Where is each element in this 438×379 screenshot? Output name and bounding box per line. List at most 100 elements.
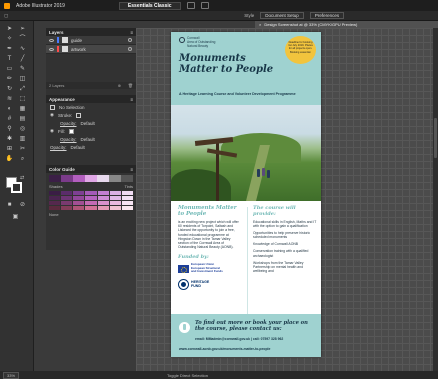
color-swatch[interactable] (109, 191, 121, 195)
rotate-tool-icon[interactable]: ↻ (5, 85, 14, 93)
curvature-tool-icon[interactable]: ∿ (18, 45, 27, 53)
color-swatch[interactable] (61, 191, 73, 195)
appearance-panel-tab[interactable]: Appearance ≡ (46, 95, 136, 103)
rectangle-tool-icon[interactable]: ▭ (5, 65, 14, 73)
blend-tool-icon[interactable]: ◎ (18, 125, 27, 133)
direct-selection-tool-icon[interactable]: ➢ (18, 25, 27, 33)
color-swatch[interactable] (97, 196, 109, 200)
harmony-swatch[interactable] (73, 175, 85, 182)
visibility-eye-icon[interactable]: ◉ (50, 128, 54, 134)
layer-name[interactable]: artwork (71, 47, 86, 52)
layer-row[interactable]: guide (46, 36, 136, 45)
gradient-tool-icon[interactable]: ▤ (18, 115, 27, 123)
color-swatch[interactable] (121, 206, 133, 210)
color-swatch[interactable] (97, 206, 109, 210)
type-tool-icon[interactable]: T (5, 55, 14, 63)
perspective-grid-tool-icon[interactable]: ▦ (18, 105, 27, 113)
shape-builder-tool-icon[interactable]: ◐ (5, 105, 14, 113)
panel-menu-icon[interactable]: ≡ (130, 167, 133, 172)
line-tool-icon[interactable]: ╱ (18, 55, 27, 63)
delete-layer-icon[interactable]: 🗑 (128, 83, 133, 88)
layers-panel-tab[interactable]: Layers ≡ (46, 28, 136, 36)
appearance-stroke-row[interactable]: ◉ Stroke: (46, 111, 136, 119)
color-swatch[interactable] (73, 201, 85, 205)
artboard-tool-icon[interactable]: ⊞ (5, 145, 14, 153)
width-tool-icon[interactable]: ≋ (5, 95, 14, 103)
appearance-opacity-row[interactable]: Opacity: Default (46, 143, 136, 151)
color-swatch[interactable] (85, 201, 97, 205)
hand-tool-icon[interactable]: ✋ (5, 155, 14, 163)
artboard-poster[interactable]: Cornwall Area of Outstanding Natural Bea… (171, 32, 321, 357)
target-circle-icon[interactable] (128, 38, 132, 42)
slice-tool-icon[interactable]: ✂ (18, 145, 27, 153)
zoom-level[interactable]: 33% (3, 371, 20, 379)
appearance-fill-row[interactable]: ◉ Fill: (46, 127, 136, 135)
harmony-swatch[interactable] (121, 175, 133, 182)
color-swatch[interactable] (49, 206, 61, 210)
color-swatch[interactable] (85, 196, 97, 200)
color-swatch[interactable] (61, 201, 73, 205)
color-swatch[interactable] (73, 196, 85, 200)
screen-mode-icon[interactable]: ▣ (11, 213, 20, 221)
color-swatch[interactable] (121, 191, 133, 195)
color-swatch[interactable] (73, 206, 85, 210)
close-tab-icon[interactable]: × (259, 22, 261, 27)
arrange-documents-icon[interactable] (186, 2, 195, 9)
opacity-link[interactable]: Opacity: (60, 137, 77, 142)
visibility-eye-icon[interactable]: ◉ (50, 112, 54, 118)
color-swatch[interactable] (49, 201, 61, 205)
lasso-tool-icon[interactable]: ⌒ (18, 35, 27, 43)
color-variation-grid[interactable] (49, 191, 133, 210)
color-mode-icon[interactable]: ■ (5, 201, 14, 209)
panel-menu-icon[interactable]: ≡ (130, 30, 133, 35)
zoom-tool-icon[interactable]: ⌕ (18, 155, 27, 163)
stroke-swatch-small[interactable] (76, 112, 82, 118)
preferences-button[interactable]: Preferences (309, 12, 345, 19)
color-swatch[interactable] (109, 196, 121, 200)
opacity-link[interactable]: Opacity: (50, 145, 67, 150)
paintbrush-tool-icon[interactable]: ✎ (18, 65, 27, 73)
color-swatch[interactable] (85, 191, 97, 195)
color-swatch[interactable] (97, 191, 109, 195)
document-tab[interactable]: × Design Screenshot at @ 33% (CMYK/GPU P… (255, 21, 438, 28)
eyedropper-tool-icon[interactable]: ⚲ (5, 125, 14, 133)
stroke-swatch[interactable] (11, 182, 22, 193)
color-swatch[interactable] (121, 196, 133, 200)
pen-tool-icon[interactable]: ✒ (5, 45, 14, 53)
harmony-swatch[interactable] (61, 175, 73, 182)
vertical-scrollbar[interactable] (433, 28, 438, 372)
scale-tool-icon[interactable]: ⤢ (18, 85, 27, 93)
opacity-link[interactable]: Opacity: (60, 121, 77, 126)
layer-row[interactable]: artwork (46, 45, 136, 54)
document-setup-button[interactable]: Document Setup (260, 12, 304, 19)
harmony-swatch[interactable] (97, 175, 109, 182)
symbol-sprayer-tool-icon[interactable]: ✱ (5, 135, 14, 143)
mesh-tool-icon[interactable]: # (5, 115, 14, 123)
color-swatch[interactable] (109, 206, 121, 210)
fill-swatch-small[interactable] (68, 128, 74, 134)
color-swatch[interactable] (61, 206, 73, 210)
appearance-stroke-opacity-row[interactable]: Opacity: Default (46, 119, 136, 127)
harmony-swatch[interactable] (49, 175, 61, 182)
visibility-eye-icon[interactable] (49, 47, 54, 51)
free-transform-tool-icon[interactable]: ⬚ (18, 95, 27, 103)
search-stock-icon[interactable] (200, 2, 209, 9)
color-swatch[interactable] (61, 196, 73, 200)
color-swatch[interactable] (73, 191, 85, 195)
color-swatch[interactable] (109, 201, 121, 205)
harmony-swatch[interactable] (85, 175, 97, 182)
target-circle-icon[interactable] (128, 47, 132, 51)
scrollbar-thumb[interactable] (434, 118, 437, 158)
color-swatch[interactable] (49, 191, 61, 195)
none-mode-icon[interactable]: ⊘ (18, 201, 27, 209)
color-swatch[interactable] (97, 201, 109, 205)
new-layer-icon[interactable]: ⊕ (118, 83, 121, 88)
visibility-eye-icon[interactable] (49, 38, 54, 42)
eraser-tool-icon[interactable]: ◫ (18, 75, 27, 83)
panel-menu-icon[interactable]: ≡ (130, 97, 133, 102)
magic-wand-icon[interactable]: ✧ (5, 35, 14, 43)
color-swatch[interactable] (49, 196, 61, 200)
harmony-swatch[interactable] (109, 175, 121, 182)
color-guide-panel-tab[interactable]: Color Guide ≡ (46, 165, 136, 173)
selection-tool-icon[interactable]: ➤ (5, 25, 14, 33)
